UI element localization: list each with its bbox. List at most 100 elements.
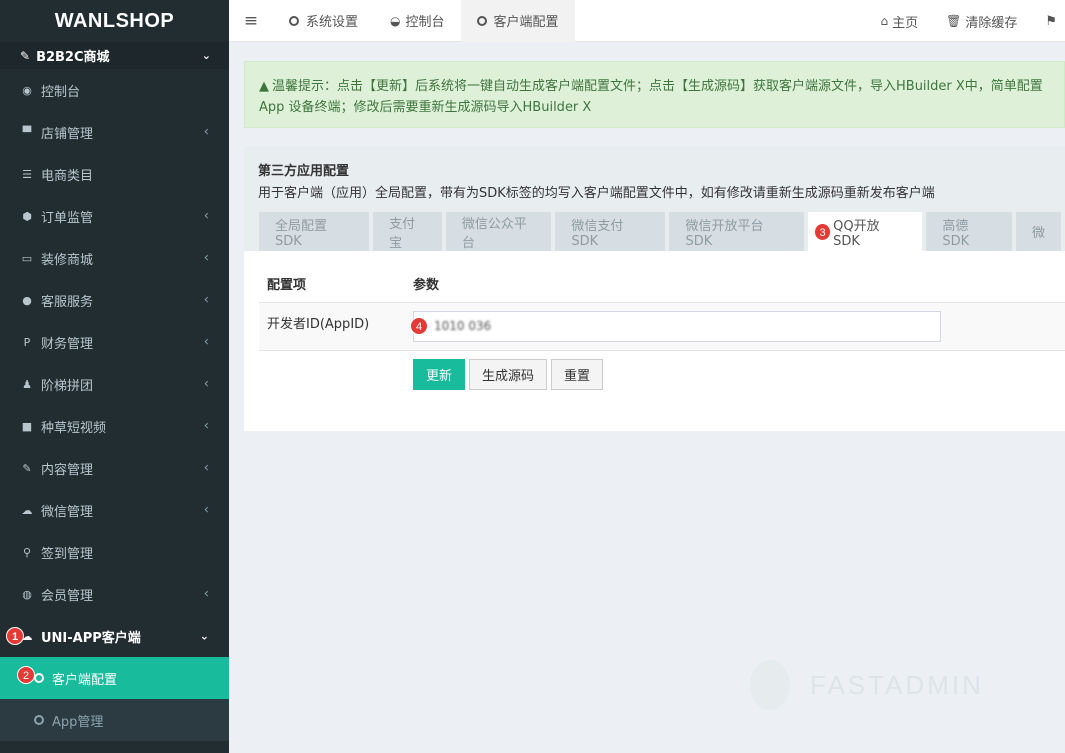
list-icon: ☰ [22, 167, 32, 181]
dashboard-icon: ◉ [22, 83, 32, 97]
chevron-down-icon: ⌄ [201, 49, 211, 62]
sidebar-item-label: 订单监管 [41, 210, 94, 226]
annotation-badge: 2 [17, 666, 35, 684]
sidebar-item-store[interactable]: ▀ 店铺管理 ‹ [0, 111, 229, 153]
sidebar-item-label: 控制台 [41, 84, 81, 100]
update-button[interactable]: 更新 [413, 359, 466, 390]
chevron-left-icon: ‹ [203, 586, 209, 602]
sidebar-item-finance[interactable]: P 财务管理 ‹ [0, 321, 229, 363]
user-circle-icon: ◍ [22, 587, 32, 601]
trash-icon: 🗑 [946, 14, 962, 28]
config-table: 配置项 参数 开发者ID(AppID) 4 1010 036 [259, 266, 1065, 351]
topbar: ≡ 系统设置 ◒ 控制台 客户端配置 ⌂ 主页 🗑 清除缓存 ⚑ [229, 0, 1065, 42]
sidebar-subitem-app-manage[interactable]: App管理 [0, 699, 229, 741]
sidebar-item-signin[interactable]: ⚲ 签到管理 [0, 531, 229, 573]
watermark: FASTADMIN [750, 660, 984, 710]
comments-icon: ● [22, 293, 32, 307]
sidebar-item-category[interactable]: ☰ 电商类目 [0, 153, 229, 195]
chevron-down-icon: ⌄ [199, 629, 209, 643]
sidebar-item-label: 阶梯拼团 [41, 378, 94, 394]
edit-icon: ✎ [22, 461, 32, 475]
action-buttons: 更新 生成源码 重置 [413, 359, 607, 390]
sidebar-item-orders[interactable]: ⬢ 订单监管 ‹ [0, 195, 229, 237]
sidebar-item-uniapp[interactable]: ☁ UNI-APP客户端 ⌄ 1 [0, 615, 229, 657]
tab-wechat-mp[interactable]: 微信公众平台 [445, 212, 552, 251]
tab-wechat-pay-sdk[interactable]: 微信支付 SDK [555, 212, 666, 251]
video-icon: ■ [21, 419, 33, 433]
circle-icon [34, 715, 44, 725]
store-icon: ▀ [22, 125, 32, 139]
watermark-text: FASTADMIN [810, 669, 984, 700]
config-label: 开发者ID(AppID) [259, 302, 405, 351]
language-icon[interactable]: ⚑ [1031, 14, 1065, 29]
tab-wechat-open-sdk[interactable]: 微信开放平台 SDK [669, 212, 805, 251]
magic-icon: ✎ [20, 48, 31, 63]
sidebar-item-label: 会员管理 [41, 588, 94, 604]
panel-header: 第三方应用配置 用于客户端（应用）全局配置，带有为SDK标签的均写入客户端配置文… [244, 146, 1065, 251]
tab-label: 控制台 [405, 15, 445, 30]
tab-label: QQ开放 SDK [833, 218, 880, 249]
tab-amap-sdk[interactable]: 高德 SDK [926, 212, 1012, 251]
appid-input[interactable]: 4 1010 036 [410, 310, 941, 342]
sidebar-subitem-client-config[interactable]: 客户端配置 2 [0, 657, 229, 699]
alert-text: 温馨提示：点击【更新】后系统将一键自动生成客户端配置文件；点击【生成源码】获取客… [259, 79, 1043, 115]
tab-label: 客户端配置 [493, 15, 559, 30]
chevron-left-icon: ‹ [203, 124, 209, 140]
tab-label: 系统设置 [306, 15, 359, 30]
appid-value: 1010 036 [434, 319, 492, 333]
sidebar-item-video[interactable]: ■ 种草短视频 ‹ [0, 405, 229, 447]
menu-toggle-icon[interactable]: ≡ [229, 11, 273, 31]
tab-dashboard[interactable]: ◒ 控制台 [374, 0, 461, 42]
chevron-left-icon: ‹ [203, 250, 209, 266]
map-marker-icon: ⚲ [22, 545, 32, 559]
submenu-uniapp: 客户端配置 2 App管理 [0, 657, 229, 741]
logo-icon [750, 660, 790, 710]
tab-more[interactable]: 微 [1015, 212, 1061, 251]
topbar-right: ⌂ 主页 🗑 清除缓存 ⚑ [866, 0, 1065, 42]
reset-button[interactable]: 重置 [551, 359, 604, 390]
circle-icon [476, 15, 487, 26]
chevron-left-icon: ‹ [203, 334, 209, 350]
warning-icon: ▲ [259, 79, 269, 94]
sidebar-subitem-label: 客户端配置 [52, 672, 118, 688]
annotation-badge: 1 [6, 627, 24, 645]
paypal-icon: P [23, 335, 31, 349]
column-header: 参数 [405, 266, 1065, 303]
sidebar-item-service[interactable]: ● 客服服务 ‹ [0, 279, 229, 321]
tab-system-settings[interactable]: 系统设置 [273, 0, 374, 42]
wechat-icon: ☁ [21, 503, 33, 517]
annotation-badge: 4 [410, 316, 428, 335]
sidebar-item-label: 装修商城 [41, 252, 94, 268]
sidebar-item-wechat[interactable]: ☁ 微信管理 ‹ [0, 489, 229, 531]
sidebar-item-members[interactable]: ◍ 会员管理 ‹ [0, 573, 229, 615]
generate-source-button[interactable]: 生成源码 [469, 359, 548, 390]
tab-alipay[interactable]: 支付宝 [373, 212, 442, 251]
home-icon: ⌂ [880, 14, 889, 28]
sidebar-item-decoration[interactable]: ▭ 装修商城 ‹ [0, 237, 229, 279]
sidebar-item-dashboard[interactable]: ◉ 控制台 [0, 69, 229, 111]
chevron-left-icon: ‹ [203, 376, 209, 392]
sidebar-item-label: 店铺管理 [41, 126, 94, 142]
sidebar-subitem-label: App管理 [52, 714, 104, 730]
panel-title: 第三方应用配置 [258, 164, 350, 179]
chevron-left-icon: ‹ [203, 502, 209, 518]
tab-client-config[interactable]: 客户端配置 [460, 0, 575, 42]
home-link[interactable]: ⌂ 主页 [866, 12, 932, 31]
clear-cache-link[interactable]: 🗑 清除缓存 [932, 12, 1031, 31]
sidebar-item-label: 微信管理 [41, 504, 94, 520]
home-label: 主页 [892, 15, 919, 31]
dashboard-icon: ◒ [390, 13, 401, 28]
chevron-left-icon: ‹ [203, 418, 209, 434]
tab-global-sdk[interactable]: 全局配置 SDK [259, 212, 370, 251]
sidebar-item-label: 种草短视频 [41, 420, 107, 436]
panel-description: 用于客户端（应用）全局配置，带有为SDK标签的均写入客户端配置文件中，如有修改请… [258, 186, 935, 201]
sidebar-item-label: UNI-APP客户端 [41, 630, 141, 646]
sidebar-section-header[interactable]: ✎ B2B2C商城 ⌄ [0, 42, 229, 69]
sidebar-item-content[interactable]: ✎ 内容管理 ‹ [0, 447, 229, 489]
config-value-cell: 4 1010 036 [405, 302, 1065, 351]
sidebar-item-label: 财务管理 [41, 336, 94, 352]
tab-qq-open-sdk[interactable]: 3 QQ开放 SDK [808, 212, 923, 251]
sidebar-section-title: B2B2C商城 [36, 50, 110, 65]
table-row: 开发者ID(AppID) 4 1010 036 [259, 302, 1065, 351]
sidebar-item-group-buy[interactable]: ♟ 阶梯拼团 ‹ [0, 363, 229, 405]
